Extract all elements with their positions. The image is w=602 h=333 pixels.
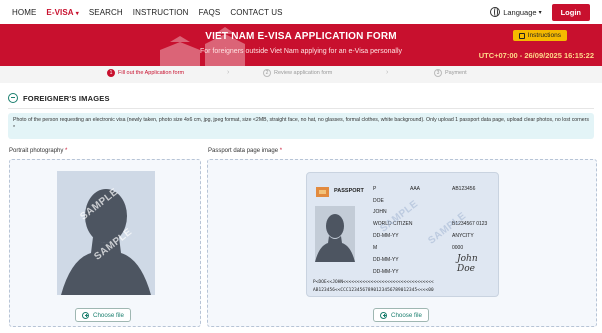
page-title: VIET NAM E-VISA APPLICATION FORM (205, 31, 397, 42)
step-label: Review application form (274, 70, 333, 76)
passport-choose-file-button[interactable]: Choose file (373, 308, 429, 322)
nav-faqs[interactable]: FAQS (199, 8, 221, 17)
nav-evisa-label: E-VISA (46, 7, 74, 17)
passport-label: Passport data page image * (208, 148, 282, 154)
pp-mrz-line-2: AB123456<<CCC1234567890123456789012345<<… (313, 288, 434, 293)
step-label: Fill out the Application form (118, 70, 185, 76)
nav-contact-us[interactable]: CONTACT US (230, 8, 282, 17)
language-selector[interactable]: Language ▾ (490, 7, 542, 17)
instructions-button[interactable]: Instructions (512, 30, 567, 41)
sample-watermark: SAMPLE (426, 210, 469, 247)
language-label: Language (503, 7, 537, 17)
page-banner: VIET NAM E-VISA APPLICATION FORM For for… (0, 24, 602, 66)
emblem-icon (316, 187, 329, 197)
choose-file-label: Choose file (93, 311, 124, 319)
pp-number: AB123456 (452, 186, 476, 192)
step-3: 3 Payment (434, 69, 467, 77)
pp-date-of-issue: DD-MM-YY (373, 257, 399, 263)
collapse-icon[interactable] (8, 93, 18, 103)
pp-sex: M (373, 245, 378, 251)
plus-circle-icon (380, 311, 387, 319)
nav-evisa[interactable]: E-VISA ▾ (46, 8, 78, 17)
plus-circle-icon (82, 311, 89, 319)
globe-icon (490, 7, 501, 17)
passport-doc-title: PASSPORT (334, 188, 364, 194)
pp-type: P (373, 186, 377, 192)
divider (8, 108, 594, 109)
sample-watermark: SAMPLE (378, 198, 421, 235)
progress-steps: 1 Fill out the Application form › 2 Revi… (0, 66, 602, 83)
chevron-right-icon: › (227, 69, 230, 76)
nav-home[interactable]: HOME (12, 8, 36, 17)
pp-place-of-birth: ANYCITY (452, 233, 474, 239)
required-mark: * (279, 148, 283, 154)
chevron-right-icon: › (386, 69, 389, 76)
portrait-sample-image: SAMPLE SAMPLE (57, 171, 155, 295)
portrait-label-text: Portrait photography (9, 148, 64, 154)
person-silhouette-icon (61, 189, 151, 295)
step-number: 1 (107, 69, 115, 77)
server-clock: UTC+07:00 - 26/09/2025 16:15:22 (478, 51, 594, 60)
nav-right: Language ▾ Login (490, 3, 590, 21)
section-title: FOREIGNER'S IMAGES (23, 93, 110, 103)
choose-file-label: Choose file (391, 311, 422, 319)
section-header[interactable]: FOREIGNER'S IMAGES (8, 93, 110, 103)
passport-sample-image: PASSPORT P AAA AB123456 DOE JOHN WORLD C… (306, 172, 499, 297)
chevron-down-icon: ▾ (538, 9, 542, 16)
pp-mrz-line-1: P<DOE<<JOHN<<<<<<<<<<<<<<<<<<<<<<<<<<<<<… (313, 280, 434, 285)
chevron-down-icon: ▾ (75, 10, 79, 17)
pp-country: AAA (410, 186, 421, 192)
passport-label-text: Passport data page image (208, 148, 279, 154)
pp-signature: John Doe (457, 254, 478, 274)
step-2: 2 Review application form (263, 69, 332, 77)
pp-date-of-expiry: DD-MM-YY (373, 269, 399, 275)
step-number: 3 (434, 69, 442, 77)
nav-instruction[interactable]: INSTRUCTION (133, 8, 189, 17)
nav-search[interactable]: SEARCH (89, 8, 123, 17)
portrait-choose-file-button[interactable]: Choose file (75, 308, 131, 322)
top-navigation: HOME E-VISA ▾ SEARCH INSTRUCTION FAQS CO… (0, 0, 602, 24)
step-1: 1 Fill out the Application form (107, 69, 184, 77)
book-icon (518, 32, 525, 39)
portrait-label: Portrait photography * (9, 148, 67, 154)
step-label: Payment (445, 70, 467, 76)
photo-requirements-notice: Photo of the person requesting an electr… (8, 113, 594, 139)
person-silhouette-icon (315, 214, 355, 262)
pp-authority: 0000 (452, 245, 464, 251)
step-number: 2 (263, 69, 271, 77)
required-mark: * (65, 148, 68, 154)
instructions-label: Instructions (527, 32, 561, 39)
pp-surname: DOE (373, 198, 384, 204)
pp-given-names: JOHN (373, 209, 387, 215)
passport-photo (315, 206, 355, 262)
login-button[interactable]: Login (551, 3, 590, 21)
